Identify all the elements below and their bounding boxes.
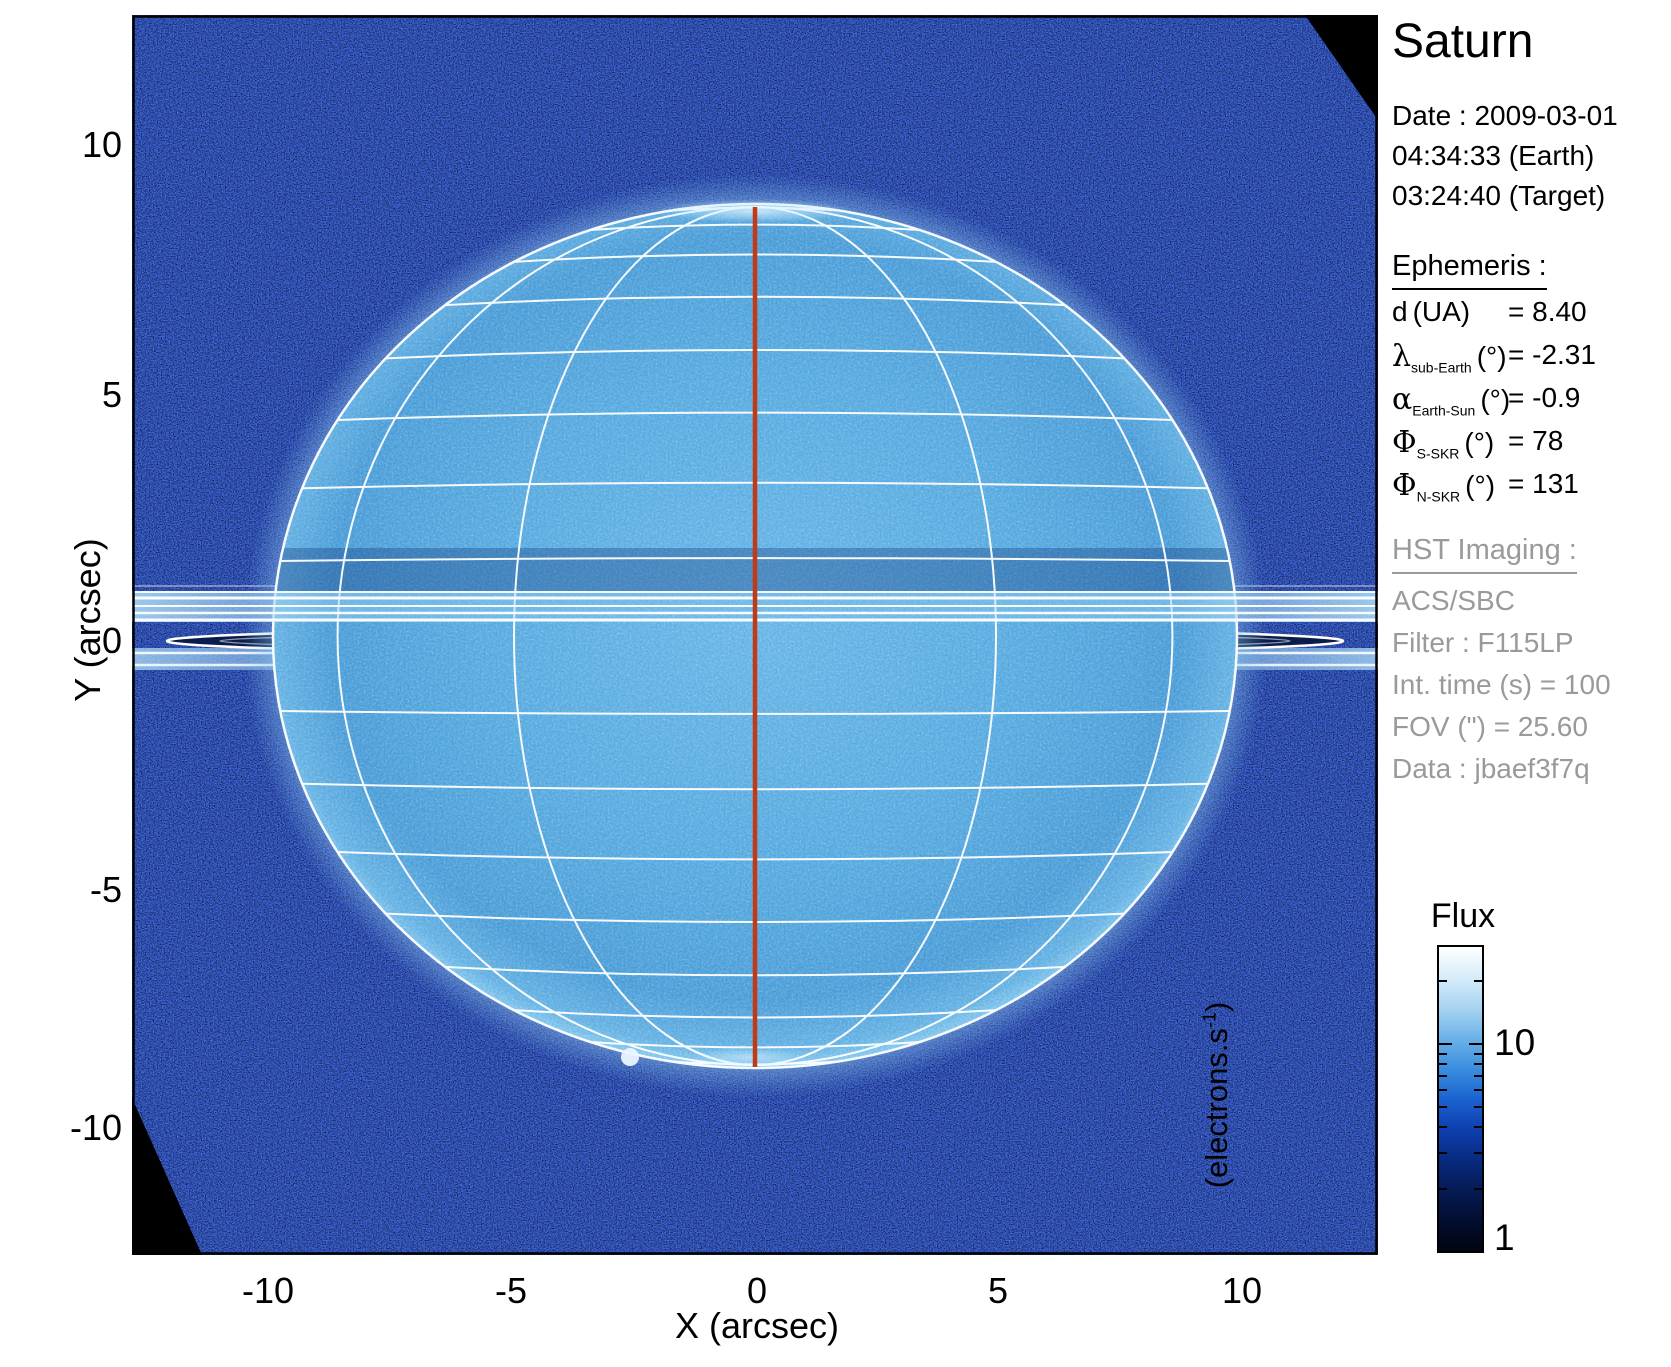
ephemeris-heading: Ephemeris :: [1392, 250, 1547, 290]
unit-phi-s: (°): [1464, 427, 1494, 458]
sub-lambda: sub-Earth: [1411, 360, 1472, 376]
colorbar-tick-mark: [1474, 1106, 1482, 1108]
y-tick-m5: -5: [42, 869, 122, 911]
colorbar-tick-mark: [1439, 1089, 1447, 1091]
value-lambda: = -2.31: [1508, 339, 1596, 371]
time-earth-line: 04:34:33 (Earth): [1392, 136, 1618, 176]
y-tick-10: 10: [42, 124, 122, 166]
y-axis-title: Y (arcsec): [67, 510, 109, 730]
symbol-lambda: λ: [1392, 339, 1411, 374]
colorbar-tick-10: 10: [1494, 1022, 1535, 1064]
colorbar-tick-mark: [1439, 1075, 1447, 1077]
colorbar-tick-mark: [1439, 1053, 1447, 1055]
hst-data-id: Data : jbaef3f7q: [1392, 748, 1611, 790]
colorbar-tick-mark: [1474, 1063, 1482, 1065]
unit-lambda: (°): [1477, 341, 1507, 372]
symbol-alpha: α: [1392, 382, 1412, 417]
colorbar-unit-label: (electrons.s-1): [1199, 895, 1235, 1295]
sub-alpha: Earth-Sun: [1412, 403, 1475, 419]
y-tick-5: 5: [42, 374, 122, 416]
colorbar-tick-mark: [1474, 1152, 1482, 1154]
x-tick-m5: -5: [451, 1270, 571, 1312]
colorbar-tick-mark: [1439, 1106, 1447, 1108]
colorbar-tick-mark: [1439, 1126, 1447, 1128]
colorbar-tick-mark: [1474, 1075, 1482, 1077]
ephemeris-row-d: d(UA) = 8.40: [1392, 296, 1671, 339]
symbol-phi-n: Φ: [1392, 468, 1417, 503]
ephemeris-row-phi-s: ΦS-SKR(°) = 78: [1392, 425, 1671, 468]
hst-lines: ACS/SBC Filter : F115LP Int. time (s) = …: [1392, 580, 1611, 790]
x-axis-title: X (arcsec): [647, 1305, 867, 1347]
unit-sup: -1: [1200, 1012, 1220, 1028]
hst-int-time: Int. time (s) = 100: [1392, 664, 1611, 706]
unit-d: (UA): [1413, 296, 1471, 327]
colorbar-tick-1: 1: [1494, 1217, 1515, 1259]
symbol-d: d: [1392, 296, 1408, 327]
ephemeris-rows: d(UA) = 8.40 λsub-Earth (°) = -2.31 αEart…: [1392, 296, 1671, 511]
saturn-uv-figure: 10 5 0 -5 -10 Y (arcsec) -10 -5 0 5 10 X…: [0, 0, 1671, 1367]
x-tick-m10: -10: [208, 1270, 328, 1312]
hst-heading: HST Imaging :: [1392, 534, 1577, 574]
y-tick-m10: -10: [42, 1107, 122, 1149]
colorbar-tick-mark: [1469, 1043, 1482, 1045]
x-tick-5: 5: [938, 1270, 1058, 1312]
symbol-phi-s: Φ: [1392, 425, 1417, 460]
value-alpha: = -0.9: [1508, 382, 1580, 414]
colorbar-tick-mark: [1439, 980, 1447, 982]
date-block: Date : 2009-03-01 04:34:33 (Earth) 03:24…: [1392, 96, 1618, 216]
colorbar-tick-mark: [1474, 1126, 1482, 1128]
colorbar-tick-mark: [1439, 1188, 1447, 1190]
value-d: = 8.40: [1508, 296, 1587, 328]
ephemeris-row-phi-n: ΦN-SKR(°) = 131: [1392, 468, 1671, 511]
hst-filter: Filter : F115LP: [1392, 622, 1611, 664]
colorbar-tick-mark: [1474, 980, 1482, 982]
unit-prefix: (electrons.s: [1199, 1028, 1234, 1188]
colorbar-tick-mark: [1474, 1053, 1482, 1055]
colorbar-tick-mark: [1439, 1152, 1447, 1154]
colorbar-tick-mark: [1474, 1089, 1482, 1091]
unit-phi-n: (°): [1465, 470, 1495, 501]
info-panel: Saturn Date : 2009-03-01 04:34:33 (Earth…: [1392, 0, 1671, 1367]
hst-instrument: ACS/SBC: [1392, 580, 1611, 622]
date-line: Date : 2009-03-01: [1392, 96, 1618, 136]
time-target-line: 03:24:40 (Target): [1392, 176, 1618, 216]
hst-fov: FOV (") = 25.60: [1392, 706, 1611, 748]
value-phi-n: = 131: [1508, 468, 1579, 500]
image-plot-area: [132, 15, 1378, 1255]
value-phi-s: = 78: [1508, 425, 1563, 457]
sub-phi-n: N-SKR: [1417, 489, 1461, 505]
figure-title: Saturn: [1392, 14, 1533, 69]
colorbar-title: Flux: [1408, 897, 1518, 936]
colorbar-tick-mark: [1439, 1063, 1447, 1065]
colorbar-tick-mark: [1474, 1188, 1482, 1190]
flux-colorbar: [1437, 945, 1484, 1253]
ephemeris-row-alpha: αEarth-Sun (°) = -0.9: [1392, 382, 1671, 425]
unit-alpha: (°): [1480, 384, 1510, 415]
colorbar-tick-mark: [1439, 1043, 1452, 1045]
sub-phi-s: S-SKR: [1417, 446, 1460, 462]
ephemeris-row-lambda: λsub-Earth (°) = -2.31: [1392, 339, 1671, 382]
unit-suffix: ): [1199, 1002, 1234, 1012]
